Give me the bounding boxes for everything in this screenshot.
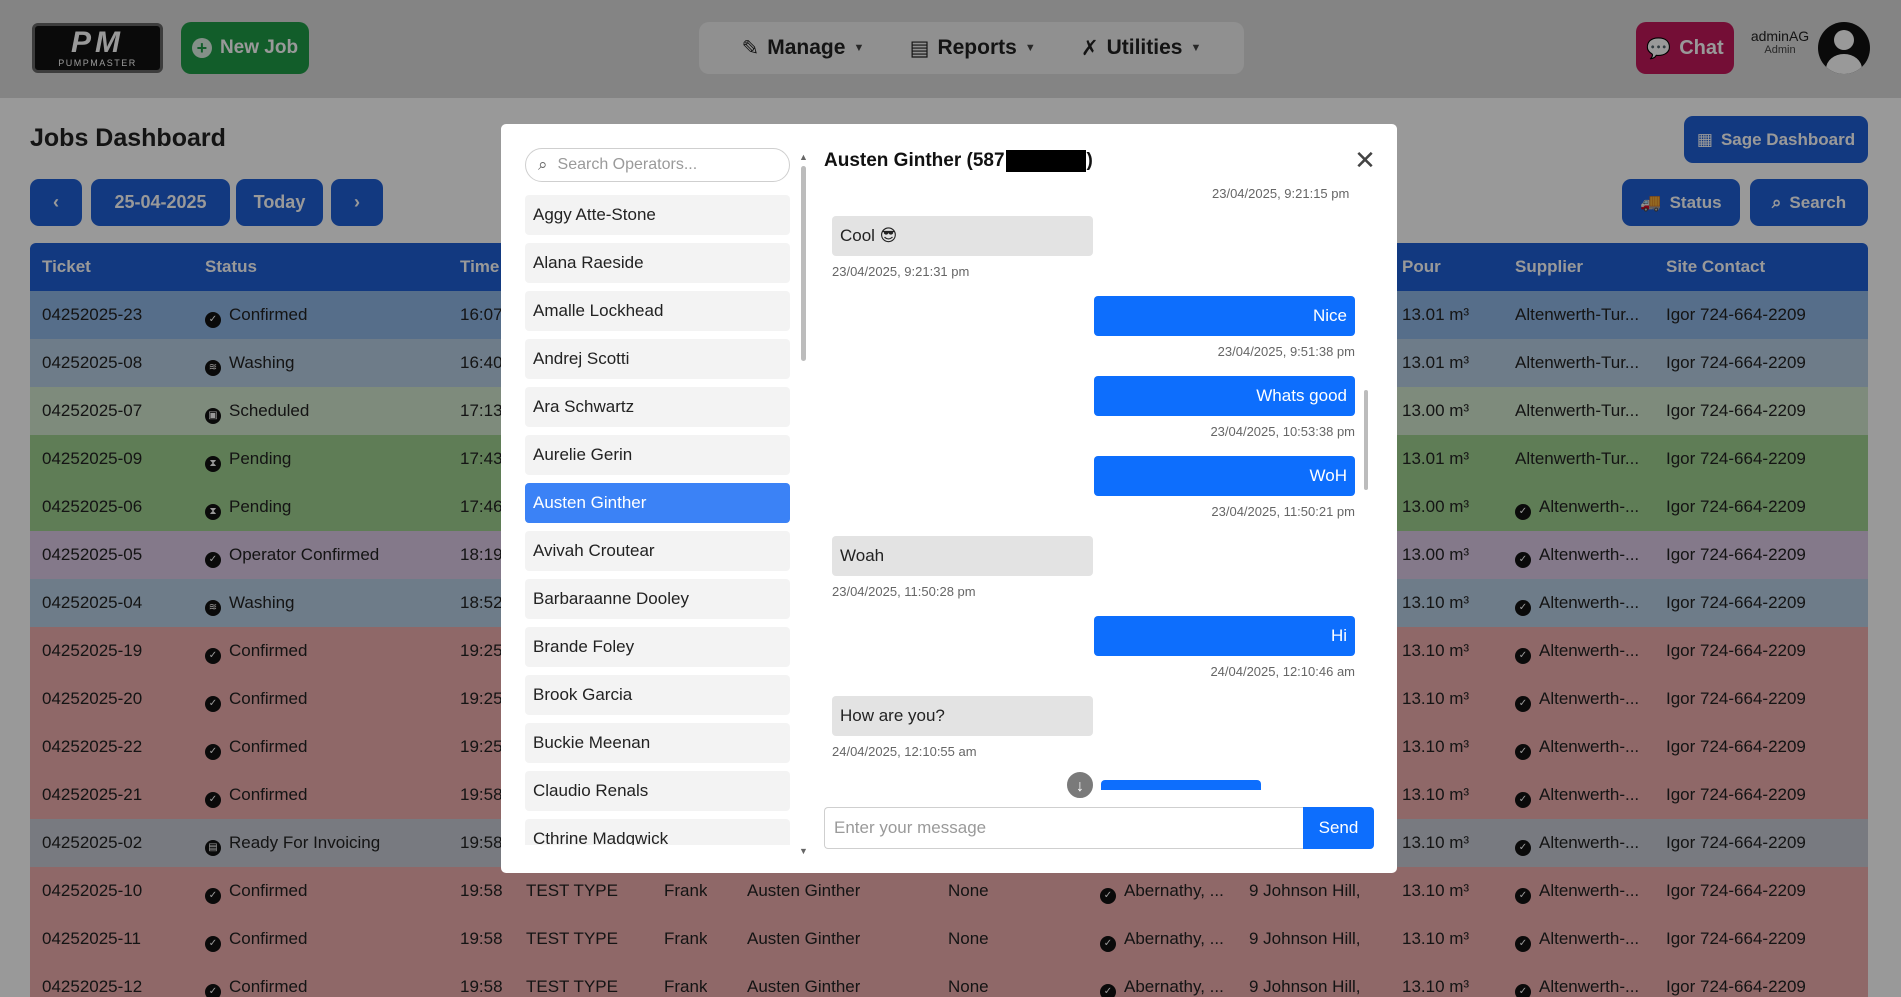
operator-list: Aggy Atte-Stone Alana Raeside Amalle Lockh… — [525, 195, 790, 845]
message-timestamp: 24/04/2025, 12:10:46 am — [1210, 664, 1355, 679]
operator-list-item[interactable]: Barbaraanne Dooley — [525, 579, 790, 619]
message-bubble: How are you? — [832, 696, 1093, 736]
scroll-up-icon[interactable]: ▲ — [799, 152, 808, 162]
operator-search-input[interactable] — [557, 156, 768, 174]
jobs-dashboard-page: PM PUMPMASTER + New Job ✎ Manage ▼ ▤ Rep… — [0, 0, 1901, 997]
operator-list-item[interactable]: Andrej Scotti — [525, 339, 790, 379]
message-thread: 23/04/2025, 9:21:15 pm Cool 😎 23/04/2025,… — [824, 186, 1374, 789]
redacted-phone — [1005, 150, 1086, 172]
close-icon[interactable]: ✕ — [1351, 146, 1379, 174]
message: Whats good 23/04/2025, 10:53:38 pm — [1094, 376, 1355, 439]
message-bubble: Hi — [1094, 616, 1355, 656]
message: Woah 23/04/2025, 11:50:28 pm — [832, 536, 1093, 599]
operator-list-item[interactable]: Austen Ginther — [525, 483, 790, 523]
message: How are you? 24/04/2025, 12:10:55 am — [832, 696, 1093, 759]
operator-list-item[interactable]: Avivah Croutear — [525, 531, 790, 571]
message-scrollbar[interactable] — [1364, 194, 1370, 794]
operator-list-item[interactable]: Alana Raeside — [525, 243, 790, 283]
operator-list-item[interactable]: Buckie Meenan — [525, 723, 790, 763]
message-timestamp: 23/04/2025, 11:50:28 pm — [832, 584, 976, 599]
search-icon: ⌕ — [538, 155, 548, 174]
message-timestamp: 23/04/2025, 11:50:21 pm — [1211, 504, 1355, 519]
operator-list-item[interactable]: Amalle Lockhead — [525, 291, 790, 331]
operator-list-item[interactable]: Brande Foley — [525, 627, 790, 667]
message-bubble: WoH — [1094, 456, 1355, 496]
send-button[interactable]: Send — [1303, 807, 1374, 849]
operator-search: ⌕ — [525, 148, 790, 182]
chat-title: Austen Ginther (587 ) — [824, 150, 1093, 172]
operator-list-scrollbar[interactable]: ▲ ▼ — [799, 152, 808, 856]
message-timestamp: 23/04/2025, 9:51:38 pm — [1217, 344, 1355, 359]
operator-list-item[interactable]: Brook Garcia — [525, 675, 790, 715]
message: Nice 23/04/2025, 9:51:38 pm — [1094, 296, 1355, 359]
message-timestamp: 23/04/2025, 10:53:38 pm — [1210, 424, 1355, 439]
operator-list-item[interactable]: Ara Schwartz — [525, 387, 790, 427]
message: WoH 23/04/2025, 11:50:21 pm — [1094, 456, 1355, 519]
operator-list-item[interactable]: Aggy Atte-Stone — [525, 195, 790, 235]
message-bubble: Cool 😎 — [832, 216, 1093, 256]
scroll-down-icon[interactable]: ▼ — [799, 846, 808, 856]
message: Hi 24/04/2025, 12:10:46 am — [1094, 616, 1355, 679]
message-bubble: Nice — [1094, 296, 1355, 336]
message-bubble — [1101, 780, 1261, 790]
message-bubble: Whats good — [1094, 376, 1355, 416]
message-input[interactable] — [834, 818, 1294, 838]
message-bubble: Woah — [832, 536, 1093, 576]
message-timestamp: 23/04/2025, 9:21:31 pm — [832, 264, 970, 279]
message-input-wrap — [824, 807, 1306, 849]
scroll-to-bottom-icon[interactable]: ↓ — [1065, 770, 1095, 800]
operator-list-item[interactable]: Aurelie Gerin — [525, 435, 790, 475]
operator-list-item[interactable]: Cthrine Madgwick — [525, 819, 790, 845]
message-timestamp: 24/04/2025, 12:10:55 am — [832, 744, 977, 759]
message: Cool 😎 23/04/2025, 9:21:31 pm — [832, 216, 1093, 279]
operator-list-item[interactable]: Claudio Renals — [525, 771, 790, 811]
chat-modal: ⌕ Aggy Atte-Stone Alana Raeside Amalle Loc… — [501, 124, 1397, 873]
message-timestamp: 23/04/2025, 9:21:15 pm — [1212, 186, 1350, 201]
